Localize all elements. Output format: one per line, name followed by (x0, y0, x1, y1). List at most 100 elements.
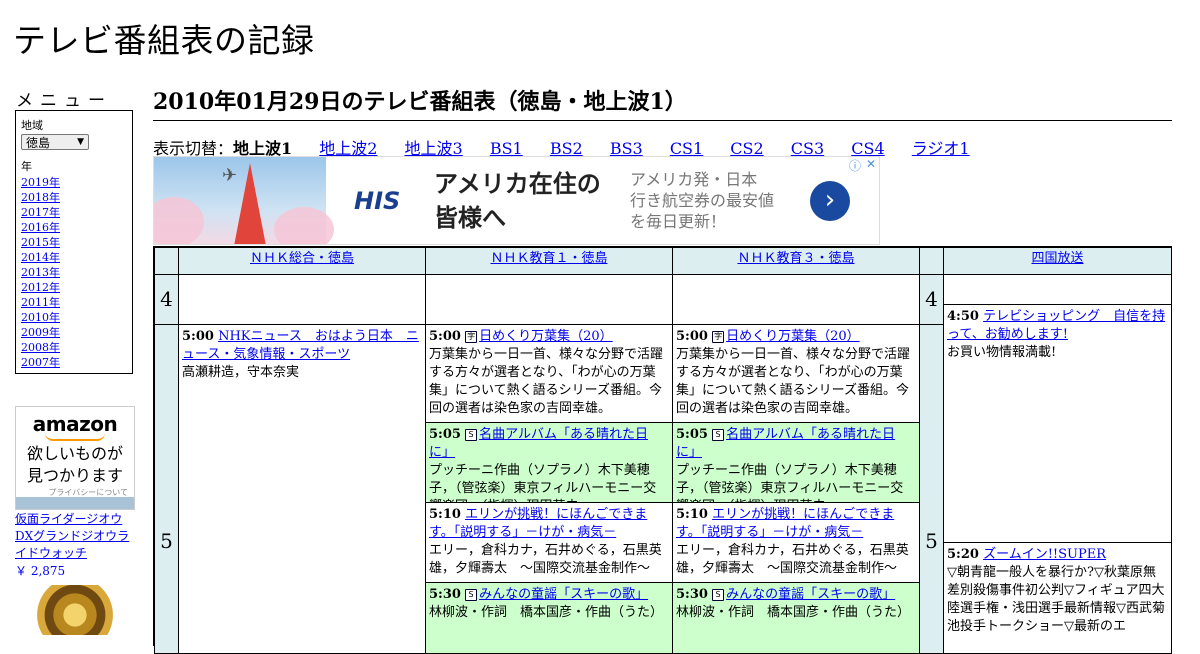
ad-subtext-line: を毎日更新！ (630, 212, 727, 231)
program-desc: ▽朝青龍一般人を暴行か?▽秋葉原無差別殺傷事件初公判▽フィギュア四大陸選手権・浅… (947, 565, 1165, 634)
stereo-badge-icon: S (712, 589, 725, 601)
his-ad-banner[interactable]: ✈ HIS アメリカ在住の 皆様へ アメリカ発・日本 行き航空券の最安値 を毎日… (153, 156, 880, 245)
ad-headline-line: アメリカ在住の (434, 170, 601, 198)
year-link[interactable]: 2013年 (21, 265, 127, 280)
program-title-link[interactable]: ズームイン!!SUPER (983, 547, 1106, 562)
program-cell: 5:00 字日めくり万葉集（20） 万葉集から一日一首、様々な分野で活躍する方々… (425, 324, 673, 423)
program-title-link[interactable]: 日めくり万葉集（20） (479, 329, 613, 344)
year-link[interactable]: 2017年 (21, 205, 127, 220)
program-time: 5:00 (676, 329, 708, 344)
channel-link[interactable]: ＮＨＫ教育１・徳島 (490, 251, 607, 266)
amazon-logo: amazon (32, 412, 118, 436)
year-link[interactable]: 2019年 (21, 175, 127, 190)
channel-header: ＮＨＫ教育１・徳島 (425, 247, 673, 275)
empty-slot (425, 274, 673, 325)
program-title-link[interactable]: テレビショッピング 自信を持って、お勧めします! (947, 309, 1165, 342)
airplane-icon: ✈ (222, 165, 238, 186)
program-cell: 5:30 S みんなの童謡「スキーの歌」 林柳波・作詞 橋本国彦・作曲（うた） (425, 582, 673, 654)
program-time: 4:50 (947, 309, 979, 324)
year-link[interactable]: 2016年 (21, 220, 127, 235)
channel-header: 四国放送 (943, 247, 1172, 275)
program-title-link[interactable]: エリンが挑戦！にほんごできます。「説明する」－けが・病気－ (676, 507, 894, 540)
program-desc: プッチーニ作曲（ソプラノ）木下美穂子，（管弦楽）東京フィルハーモニー交響楽団，（… (429, 463, 657, 502)
program-title-link[interactable]: みんなの童謡「スキーの歌」 (726, 587, 895, 602)
channel-header: ＮＨＫ総合・徳島 (178, 247, 426, 275)
corner-cell (919, 247, 944, 275)
program-cell: 5:30 S みんなの童謡「スキーの歌」 林柳波・作詞 橋本国彦・作曲（うた） (672, 582, 920, 654)
ad-subtext: アメリカ発・日本 行き航空券の最安値 を毎日更新！ (630, 169, 774, 232)
year-link[interactable]: 2009年 (21, 325, 127, 340)
program-time: 5:10 (429, 507, 461, 522)
program-desc: プッチーニ作曲（ソプラノ）木下美穂子，（管弦楽）東京フィルハーモニー交響楽団，（… (676, 463, 904, 502)
ad-close-icon[interactable]: ✕ (866, 157, 876, 171)
switch-link[interactable]: ラジオ1 (912, 139, 970, 158)
subtitle-badge-icon: 字 (465, 331, 478, 343)
ad-headline: アメリカ在住の 皆様へ (434, 167, 601, 235)
ad-bottom-bar (16, 497, 134, 509)
year-link[interactable]: 2015年 (21, 235, 127, 250)
program-cell: 5:10 エリンが挑戦！にほんごできます。「説明する」－けが・病気－ エリー，倉… (672, 502, 920, 583)
ad-tagline: 欲しいものが (26, 444, 123, 463)
stereo-badge-icon: S (712, 429, 725, 441)
year-link[interactable]: 2008年 (21, 340, 127, 355)
program-time: 5:30 (676, 587, 708, 602)
program-time: 5:05 (429, 427, 461, 442)
program-time: 5:00 (429, 329, 461, 344)
program-time: 5:10 (676, 507, 708, 522)
program-title-link[interactable]: NHKニュース おはよう日本 ニュース・気象情報・スポーツ (182, 329, 419, 362)
year-link[interactable]: 2014年 (21, 250, 127, 265)
hour-label: 5 (154, 324, 179, 654)
program-cell: 5:20 ズームイン!!SUPER ▽朝青龍一般人を暴行か?▽秋葉原無差別殺傷事… (943, 542, 1172, 654)
tower-icon (234, 163, 266, 244)
ad-tagline: 見つかります (26, 466, 123, 485)
program-desc: 万葉集から一日一首、様々な分野で活躍する方々が選者となり、「わが心の万葉集」につ… (676, 347, 911, 416)
dropdown-arrow-icon: ▼ (77, 137, 84, 147)
year-link[interactable]: 2012年 (21, 280, 127, 295)
program-title-link[interactable]: 名曲アルバム「ある晴れた日に」 (676, 427, 895, 460)
schedule-grid: ＮＨＫ総合・徳島 ＮＨＫ教育１・徳島 ＮＨＫ教育３・徳島 四国放送 4 4 5 … (153, 246, 1172, 654)
channel-header: ＮＨＫ教育３・徳島 (672, 247, 920, 275)
product-price: ￥ 2,875 (15, 564, 66, 578)
year-link[interactable]: 2010年 (21, 310, 127, 325)
program-desc: 林柳波・作詞 橋本国彦・作曲（うた） (676, 605, 911, 620)
hour-label: 4 (154, 274, 179, 325)
product-image[interactable] (20, 585, 130, 635)
program-title-link[interactable]: エリンが挑戦！にほんごできます。「説明する」－けが・病気－ (429, 507, 647, 540)
year-label: 年 (21, 160, 32, 173)
program-desc: 林柳波・作詞 橋本国彦・作曲（うた） (429, 605, 664, 620)
menu-box: 地域 徳島 ▼ 年 2019年 2018年 2017年 2016年 2015年 … (15, 110, 133, 374)
ad-headline-line: 皆様へ (434, 204, 506, 232)
product-link[interactable]: 仮面ライダージオウ DXグランドジオウライドウォッチ (15, 511, 135, 562)
channel-link[interactable]: ＮＨＫ教育３・徳島 (737, 251, 854, 266)
program-desc: エリー，倉科カナ，石井めぐる，石黒英雄，夕輝壽太 ～国際交流基金制作～ (676, 543, 909, 576)
empty-slot (672, 274, 920, 325)
corner-cell (154, 247, 179, 275)
program-title-link[interactable]: みんなの童謡「スキーの歌」 (479, 587, 648, 602)
program-cell: 5:05 S 名曲アルバム「ある晴れた日に」 プッチーニ作曲（ソプラノ）木下美穂子… (425, 422, 673, 503)
ad-info-icon[interactable]: ⓘ (849, 157, 861, 174)
stereo-badge-icon: S (465, 429, 478, 441)
amazon-ad[interactable]: amazon 欲しいものが 見つかります プライバシーについて (15, 406, 135, 510)
program-title-link[interactable]: 日めくり万葉集（20） (726, 329, 860, 344)
program-desc: エリー，倉科カナ，石井めぐる，石黒英雄，夕輝壽太 ～国際交流基金制作～ (429, 543, 662, 576)
ad-go-arrow-icon[interactable]: › (810, 181, 850, 221)
region-select[interactable]: 徳島 ▼ (21, 134, 89, 150)
program-cell: 5:05 S 名曲アルバム「ある晴れた日に」 プッチーニ作曲（ソプラノ）木下美穂子… (672, 422, 920, 503)
program-title-link[interactable]: 名曲アルバム「ある晴れた日に」 (429, 427, 648, 460)
program-cell: 5:00 NHKニュース おはよう日本 ニュース・気象情報・スポーツ 高瀬耕造，… (178, 324, 426, 654)
program-time: 5:00 (182, 329, 214, 344)
channel-link[interactable]: 四国放送 (1031, 251, 1083, 266)
year-link[interactable]: 2007年 (21, 355, 127, 370)
year-link[interactable]: 2011年 (21, 295, 127, 310)
ad-subtext-line: アメリカ発・日本 (630, 170, 758, 189)
ad-photo: ✈ (154, 157, 334, 244)
year-link[interactable]: 2018年 (21, 190, 127, 205)
year-list: 2019年 2018年 2017年 2016年 2015年 2014年 2013… (21, 175, 127, 370)
hour-label: 4 (919, 274, 944, 325)
site-title: テレビ番組表の記録 (13, 21, 315, 60)
empty-slot (178, 274, 426, 325)
program-desc: お買い物情報満載! (947, 345, 1057, 360)
region-label: 地域 (21, 119, 43, 132)
program-time: 5:30 (429, 587, 461, 602)
channel-link[interactable]: ＮＨＫ総合・徳島 (250, 251, 354, 266)
